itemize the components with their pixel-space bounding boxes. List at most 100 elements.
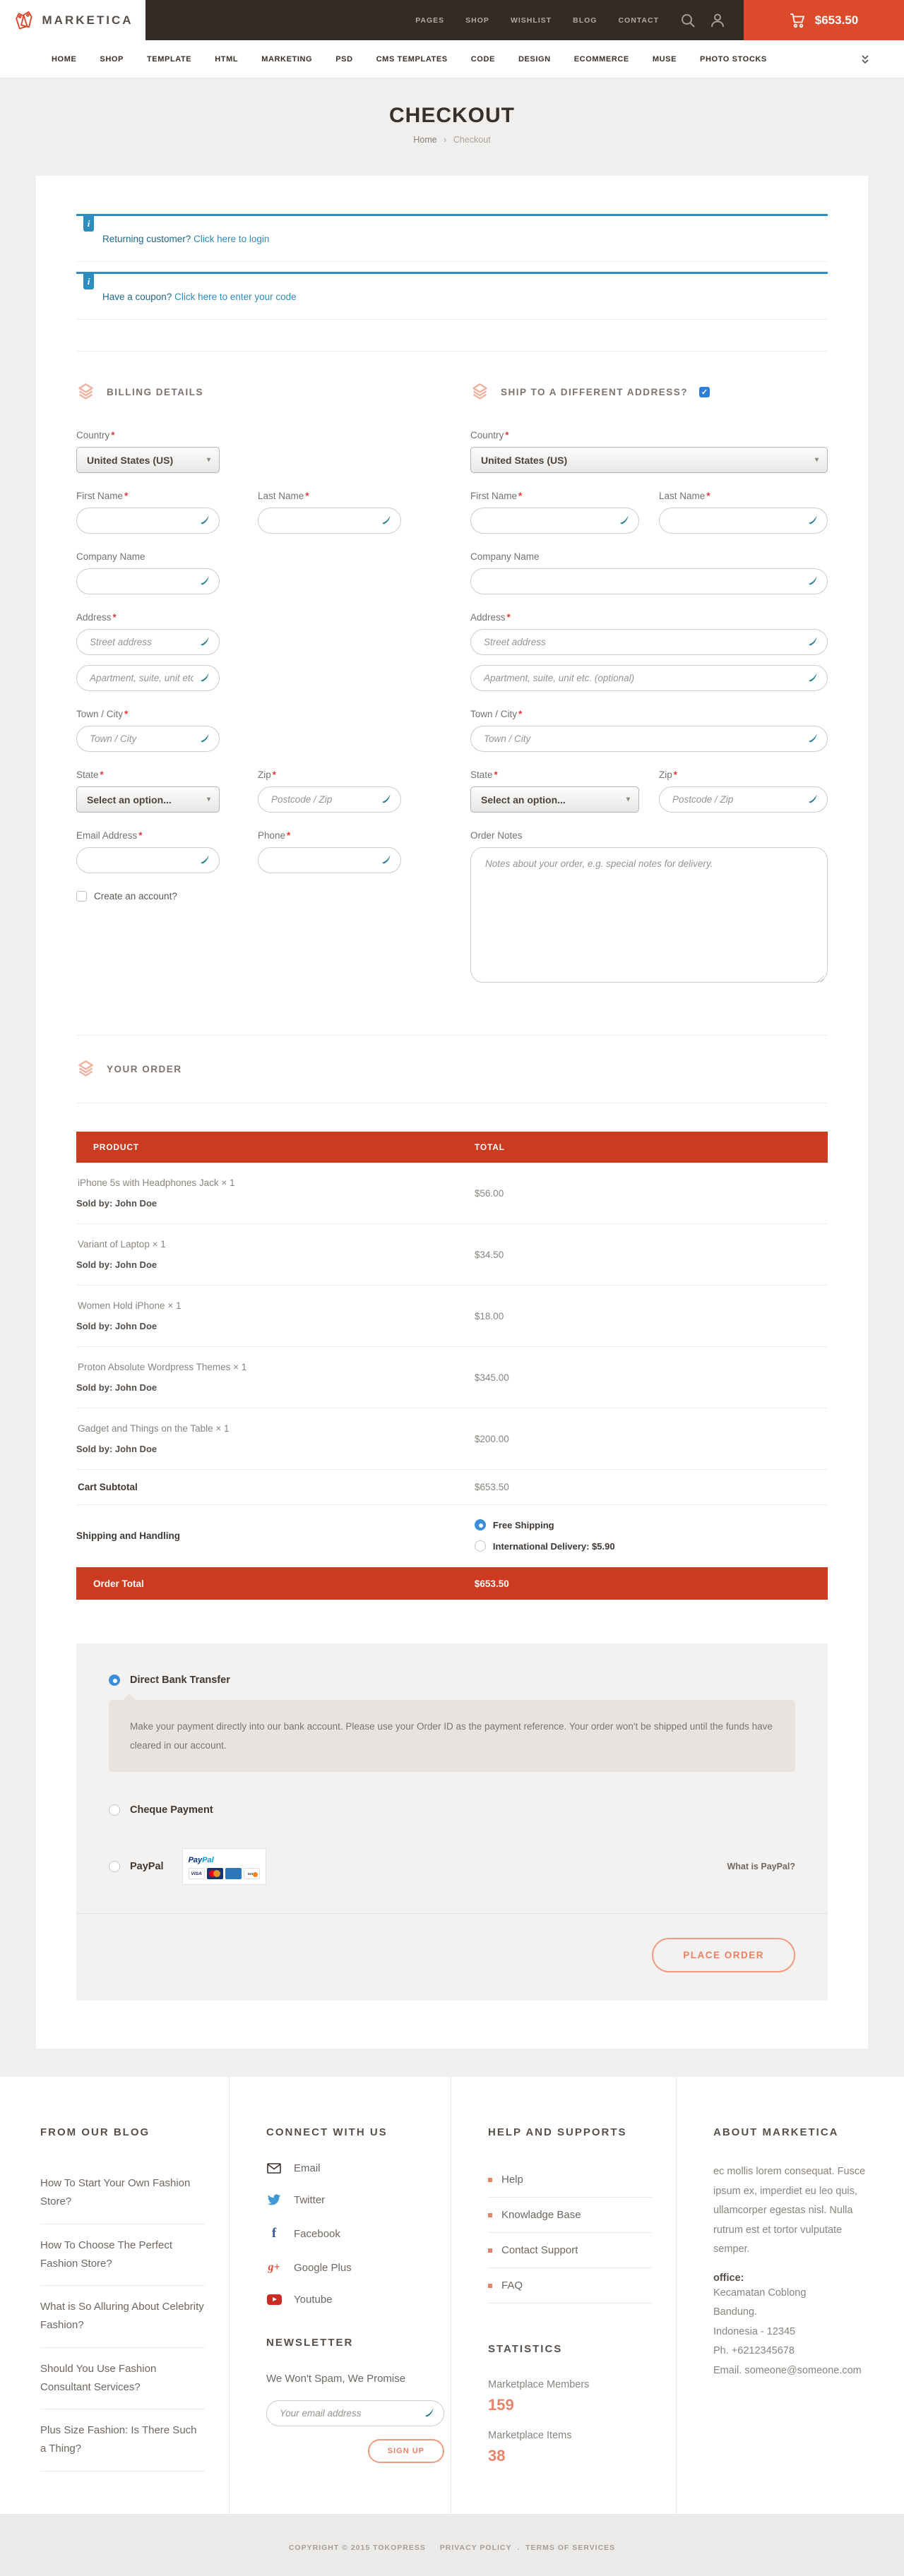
main-nav-link[interactable]: MARKETING [261, 55, 312, 64]
main-nav-link[interactable]: MUSE [653, 55, 677, 64]
payment-paypal-option[interactable]: PayPal PayPal VISA DISC What is PayPal? [109, 1848, 795, 1885]
user-icon[interactable] [710, 13, 725, 28]
topbar-nav-link[interactable]: SHOP [465, 16, 489, 25]
state-label: State* [76, 769, 220, 780]
paypal-cards-image: PayPal VISA DISC [182, 1848, 266, 1885]
blog-post-link[interactable]: Plus Size Fashion: Is There Such a Thing… [40, 2409, 205, 2472]
signup-button[interactable]: SIGN UP [368, 2439, 444, 2463]
bullet-icon [488, 2248, 492, 2253]
what-is-paypal-link[interactable]: What is PayPal? [727, 1862, 795, 1871]
social-youtube-link[interactable]: Youtube [266, 2294, 427, 2306]
page-header: CHECKOUT Home › Checkout [0, 78, 904, 176]
order-notes-textarea[interactable] [470, 847, 828, 983]
ship-different-checkbox[interactable]: ✓ [699, 387, 710, 397]
shipping-zip-input[interactable] [659, 786, 828, 813]
shipping-first-name-input[interactable] [470, 508, 639, 534]
company-label: Company Name [470, 551, 828, 562]
divider [76, 351, 828, 352]
billing-state-select[interactable]: Select an option... ▾ [76, 786, 220, 813]
order-total-value: $653.50 [475, 1578, 828, 1589]
place-order-button[interactable]: PLACE ORDER [652, 1938, 795, 1972]
newsletter-email-input[interactable] [266, 2400, 444, 2426]
radio-icon[interactable] [109, 1804, 120, 1816]
main-nav-link[interactable]: HTML [215, 55, 238, 64]
breadcrumb-home-link[interactable]: Home [413, 135, 436, 145]
chevron-down-icon: ▾ [207, 796, 210, 803]
cart-subtotal-row: Cart Subtotal $653.50 [76, 1470, 828, 1505]
main-nav-link[interactable]: PSD [335, 55, 352, 64]
billing-last-name-input[interactable] [258, 508, 401, 534]
shipping-state-select[interactable]: Select an option... ▾ [470, 786, 639, 813]
product-seller: Sold by: John Doe [76, 1321, 475, 1331]
coupon-link[interactable]: Click here to enter your code [174, 292, 297, 302]
billing-street-input[interactable] [76, 629, 220, 655]
order-item-row: Variant of Laptop × 1 Sold by: John Doe … [76, 1224, 828, 1286]
payment-bank-option[interactable]: Direct Bank Transfer [109, 1675, 795, 1686]
billing-country-select[interactable]: United States (US) ▾ [76, 447, 220, 473]
shipping-country-select[interactable]: United States (US) ▾ [470, 447, 828, 473]
more-categories-icon[interactable] [860, 54, 870, 64]
order-total-row: Order Total $653.50 [76, 1567, 828, 1600]
main-nav-link[interactable]: DESIGN [518, 55, 551, 64]
radio-selected-icon[interactable] [109, 1675, 120, 1686]
shipping-last-name-input[interactable] [659, 508, 828, 534]
product-seller: Sold by: John Doe [76, 1259, 475, 1270]
main-nav-link[interactable]: HOME [52, 55, 76, 64]
total-column-header: TOTAL [475, 1142, 828, 1152]
help-link[interactable]: Knowladge Base [488, 2198, 652, 2233]
chevron-down-icon: ▾ [815, 456, 819, 464]
search-icon[interactable] [680, 13, 696, 28]
billing-phone-input[interactable] [258, 847, 401, 873]
select-value: United States (US) [481, 455, 567, 466]
billing-email-input[interactable] [76, 847, 220, 873]
shipping-street-input[interactable] [470, 629, 828, 655]
radio-selected-icon[interactable] [475, 1519, 486, 1530]
billing-zip-input[interactable] [258, 786, 401, 813]
resize-grip[interactable] [817, 976, 824, 983]
shipping-option-international[interactable]: International Delivery: $5.90 [475, 1540, 828, 1552]
social-facebook-link[interactable]: f Facebook [266, 2226, 427, 2241]
topbar-nav-link[interactable]: PAGES [415, 16, 444, 25]
billing-company-input[interactable] [76, 568, 220, 594]
privacy-policy-link[interactable]: PRIVACY POLICY [440, 2544, 512, 2552]
paypal-logo: PayPal [189, 1856, 214, 1864]
billing-town-input[interactable] [76, 726, 220, 752]
radio-icon[interactable] [475, 1540, 486, 1552]
notice-text: Have a coupon? [102, 292, 172, 302]
shipping-town-input[interactable] [470, 726, 828, 752]
payment-cheque-option[interactable]: Cheque Payment [109, 1804, 795, 1816]
create-account-checkbox[interactable] [76, 891, 87, 901]
social-email-link[interactable]: Email [266, 2162, 427, 2174]
blog-post-link[interactable]: How To Choose The Perfect Fashion Store? [40, 2224, 205, 2287]
shipping-company-input[interactable] [470, 568, 828, 594]
topbar-nav-link[interactable]: CONTACT [618, 16, 659, 25]
topbar-nav-link[interactable]: BLOG [573, 16, 597, 25]
main-nav-link[interactable]: TEMPLATE [147, 55, 191, 64]
login-link[interactable]: Click here to login [194, 234, 269, 244]
shipping-option-free[interactable]: Free Shipping [475, 1519, 828, 1530]
terms-link[interactable]: TERMS OF SERVICES [525, 2544, 615, 2552]
main-nav-link[interactable]: PHOTO STOCKS [700, 55, 767, 64]
chevron-down-icon: ▾ [207, 456, 210, 464]
stat-items-value: 38 [488, 2447, 652, 2465]
email-label: Email Address* [76, 830, 220, 841]
blog-post-link[interactable]: How To Start Your Own Fashion Store? [40, 2162, 205, 2224]
stat-members-label: Marketplace Members [488, 2379, 652, 2390]
blog-post-link[interactable]: What is So Alluring About Celebrity Fash… [40, 2286, 205, 2348]
main-nav-link[interactable]: CODE [471, 55, 495, 64]
main-nav-link[interactable]: SHOP [100, 55, 124, 64]
main-nav-link[interactable]: ECOMMERCE [574, 55, 629, 64]
billing-apartment-input[interactable] [76, 665, 220, 691]
social-twitter-link[interactable]: Twitter [266, 2194, 427, 2206]
main-nav-link[interactable]: CMS TEMPLATES [376, 55, 448, 64]
blog-post-link[interactable]: Should You Use Fashion Consultant Servic… [40, 2348, 205, 2410]
help-link[interactable]: FAQ [488, 2268, 652, 2304]
radio-icon[interactable] [109, 1861, 120, 1872]
cart-button[interactable]: $653.50 [744, 0, 904, 40]
help-link[interactable]: Help [488, 2162, 652, 2198]
autofill-icon [807, 732, 820, 748]
shipping-apartment-input[interactable] [470, 665, 828, 691]
topbar-nav-link[interactable]: WISHLIST [511, 16, 552, 25]
billing-first-name-input[interactable] [76, 508, 220, 534]
brand-logo[interactable]: MARKETICA [0, 0, 145, 40]
